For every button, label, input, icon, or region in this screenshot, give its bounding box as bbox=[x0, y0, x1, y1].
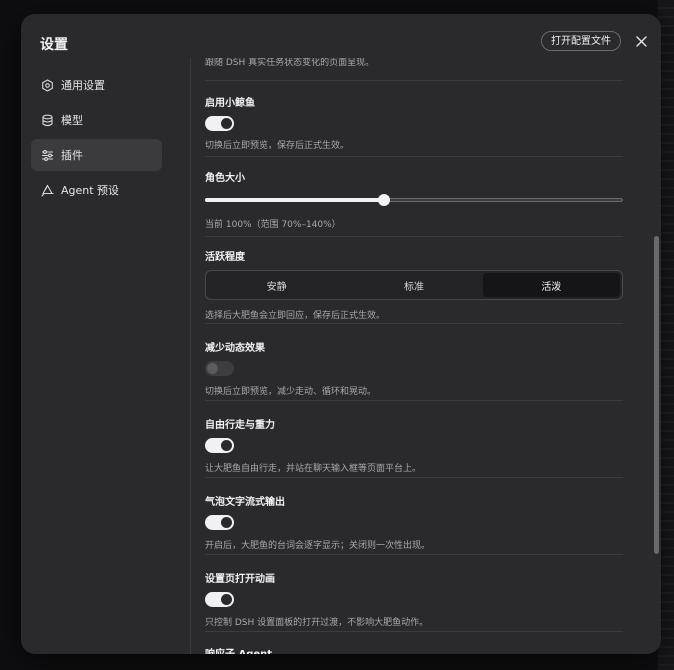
toggle-knob bbox=[221, 517, 232, 528]
reduce-motion-toggle[interactable] bbox=[205, 361, 234, 376]
slider-fill bbox=[205, 198, 385, 202]
section-title: 气泡文字流式输出 bbox=[205, 497, 285, 508]
section-desc: 当前 100%（范围 70%–140%） bbox=[205, 220, 341, 230]
section-title: 设置页打开动画 bbox=[205, 574, 275, 585]
section-title: 响应子 Agent bbox=[205, 632, 623, 654]
section-bubble-stream: 气泡文字流式输出 开启后，大肥鱼的台词会逐字显示；关闭则一次性出现。 bbox=[205, 478, 623, 555]
section-desc: 切换后立即预览，保存后正式生效。 bbox=[205, 141, 350, 151]
settings-list: 跟随 DSH 真实任务状态变化的页面呈现。 启用小鲸鱼 切换后立即预览，保存后正… bbox=[205, 58, 623, 654]
character-size-slider[interactable] bbox=[205, 193, 623, 207]
sidebar: 通用设置 模型 插件 Agent 预设 bbox=[31, 69, 162, 209]
section-title: 角色大小 bbox=[205, 173, 245, 184]
free-walk-toggle[interactable] bbox=[205, 438, 234, 453]
settings-animation-toggle[interactable] bbox=[205, 592, 234, 607]
close-button[interactable] bbox=[633, 33, 649, 49]
sidebar-item-label: 通用设置 bbox=[61, 79, 105, 92]
enable-shark-toggle[interactable] bbox=[205, 116, 234, 131]
section-reduce-motion: 减少动态效果 切换后立即预览，减少走动、循环和晃动。 bbox=[205, 324, 623, 401]
sidebar-item-plugins[interactable]: 插件 bbox=[31, 139, 162, 171]
activity-option-quiet[interactable]: 安静 bbox=[208, 273, 345, 297]
toggle-knob bbox=[221, 118, 232, 129]
dialog-title: 设置 bbox=[40, 37, 68, 53]
sidebar-item-label: Agent 预设 bbox=[61, 184, 120, 197]
toggle-knob bbox=[221, 594, 232, 605]
section-desc: 跟随 DSH 真实任务状态变化的页面呈现。 bbox=[205, 58, 375, 68]
activity-option-lively[interactable]: 活泼 bbox=[482, 273, 620, 297]
settings-content[interactable]: 跟随 DSH 真实任务状态变化的页面呈现。 启用小鲸鱼 切换后立即预览，保存后正… bbox=[205, 58, 623, 654]
recycle-icon bbox=[40, 183, 54, 197]
section-desc: 开启后，大肥鱼的台词会逐字显示；关闭则一次性出现。 bbox=[205, 541, 431, 551]
activity-segmented-control: 安静 标准 活泼 bbox=[205, 270, 623, 300]
activity-option-standard[interactable]: 标准 bbox=[345, 273, 482, 297]
open-config-file-button[interactable]: 打开配置文件 bbox=[541, 31, 621, 51]
section-title: 减少动态效果 bbox=[205, 343, 265, 354]
sliders-icon bbox=[40, 148, 54, 162]
toggle-knob bbox=[207, 363, 218, 374]
section-desc: 切换后立即预览，减少走动、循环和晃动。 bbox=[205, 387, 377, 397]
section-enable-shark: 启用小鲸鱼 切换后立即预览，保存后正式生效。 bbox=[205, 81, 623, 157]
section-top-partial: 跟随 DSH 真实任务状态变化的页面呈现。 bbox=[205, 58, 623, 81]
scrollbar-thumb[interactable] bbox=[654, 236, 659, 554]
sidebar-item-label: 模型 bbox=[61, 114, 83, 127]
gear-icon bbox=[40, 78, 54, 92]
sidebar-item-label: 插件 bbox=[61, 149, 83, 162]
section-desc: 只控制 DSH 设置面板的打开过渡，不影响大肥鱼动作。 bbox=[205, 618, 429, 628]
section-title: 自由行走与重力 bbox=[205, 420, 275, 431]
section-character-size: 角色大小 当前 100%（范围 70%–140%） bbox=[205, 157, 623, 237]
bubble-stream-toggle[interactable] bbox=[205, 515, 234, 530]
section-title: 启用小鲸鱼 bbox=[205, 98, 255, 109]
section-free-walk: 自由行走与重力 让大肥鱼自由行走，并站在聊天输入框等页面平台上。 bbox=[205, 401, 623, 478]
slider-thumb[interactable] bbox=[378, 194, 391, 206]
sidebar-item-agent-presets[interactable]: Agent 预设 bbox=[31, 174, 162, 206]
section-title: 活跃程度 bbox=[205, 252, 245, 263]
section-desc: 让大肥鱼自由行走，并站在聊天输入框等页面平台上。 bbox=[205, 464, 422, 474]
sidebar-item-model[interactable]: 模型 bbox=[31, 104, 162, 136]
section-settings-animation: 设置页打开动画 只控制 DSH 设置面板的打开过渡，不影响大肥鱼动作。 bbox=[205, 555, 623, 632]
section-activity: 活跃程度 安静 标准 活泼 选择后大肥鱼会立即回应，保存后正式生效。 bbox=[205, 237, 623, 324]
close-icon bbox=[635, 35, 647, 47]
sidebar-item-general[interactable]: 通用设置 bbox=[31, 69, 162, 101]
content-divider bbox=[190, 58, 191, 654]
section-respond-agent: 响应子 Agent bbox=[205, 632, 623, 654]
toggle-knob bbox=[221, 440, 232, 451]
settings-dialog: 设置 打开配置文件 通用设置 模型 插件 Agent 预设 跟随 DSH 真实任… bbox=[21, 14, 661, 654]
database-icon bbox=[40, 113, 54, 127]
section-desc: 选择后大肥鱼会立即回应，保存后正式生效。 bbox=[205, 311, 386, 321]
